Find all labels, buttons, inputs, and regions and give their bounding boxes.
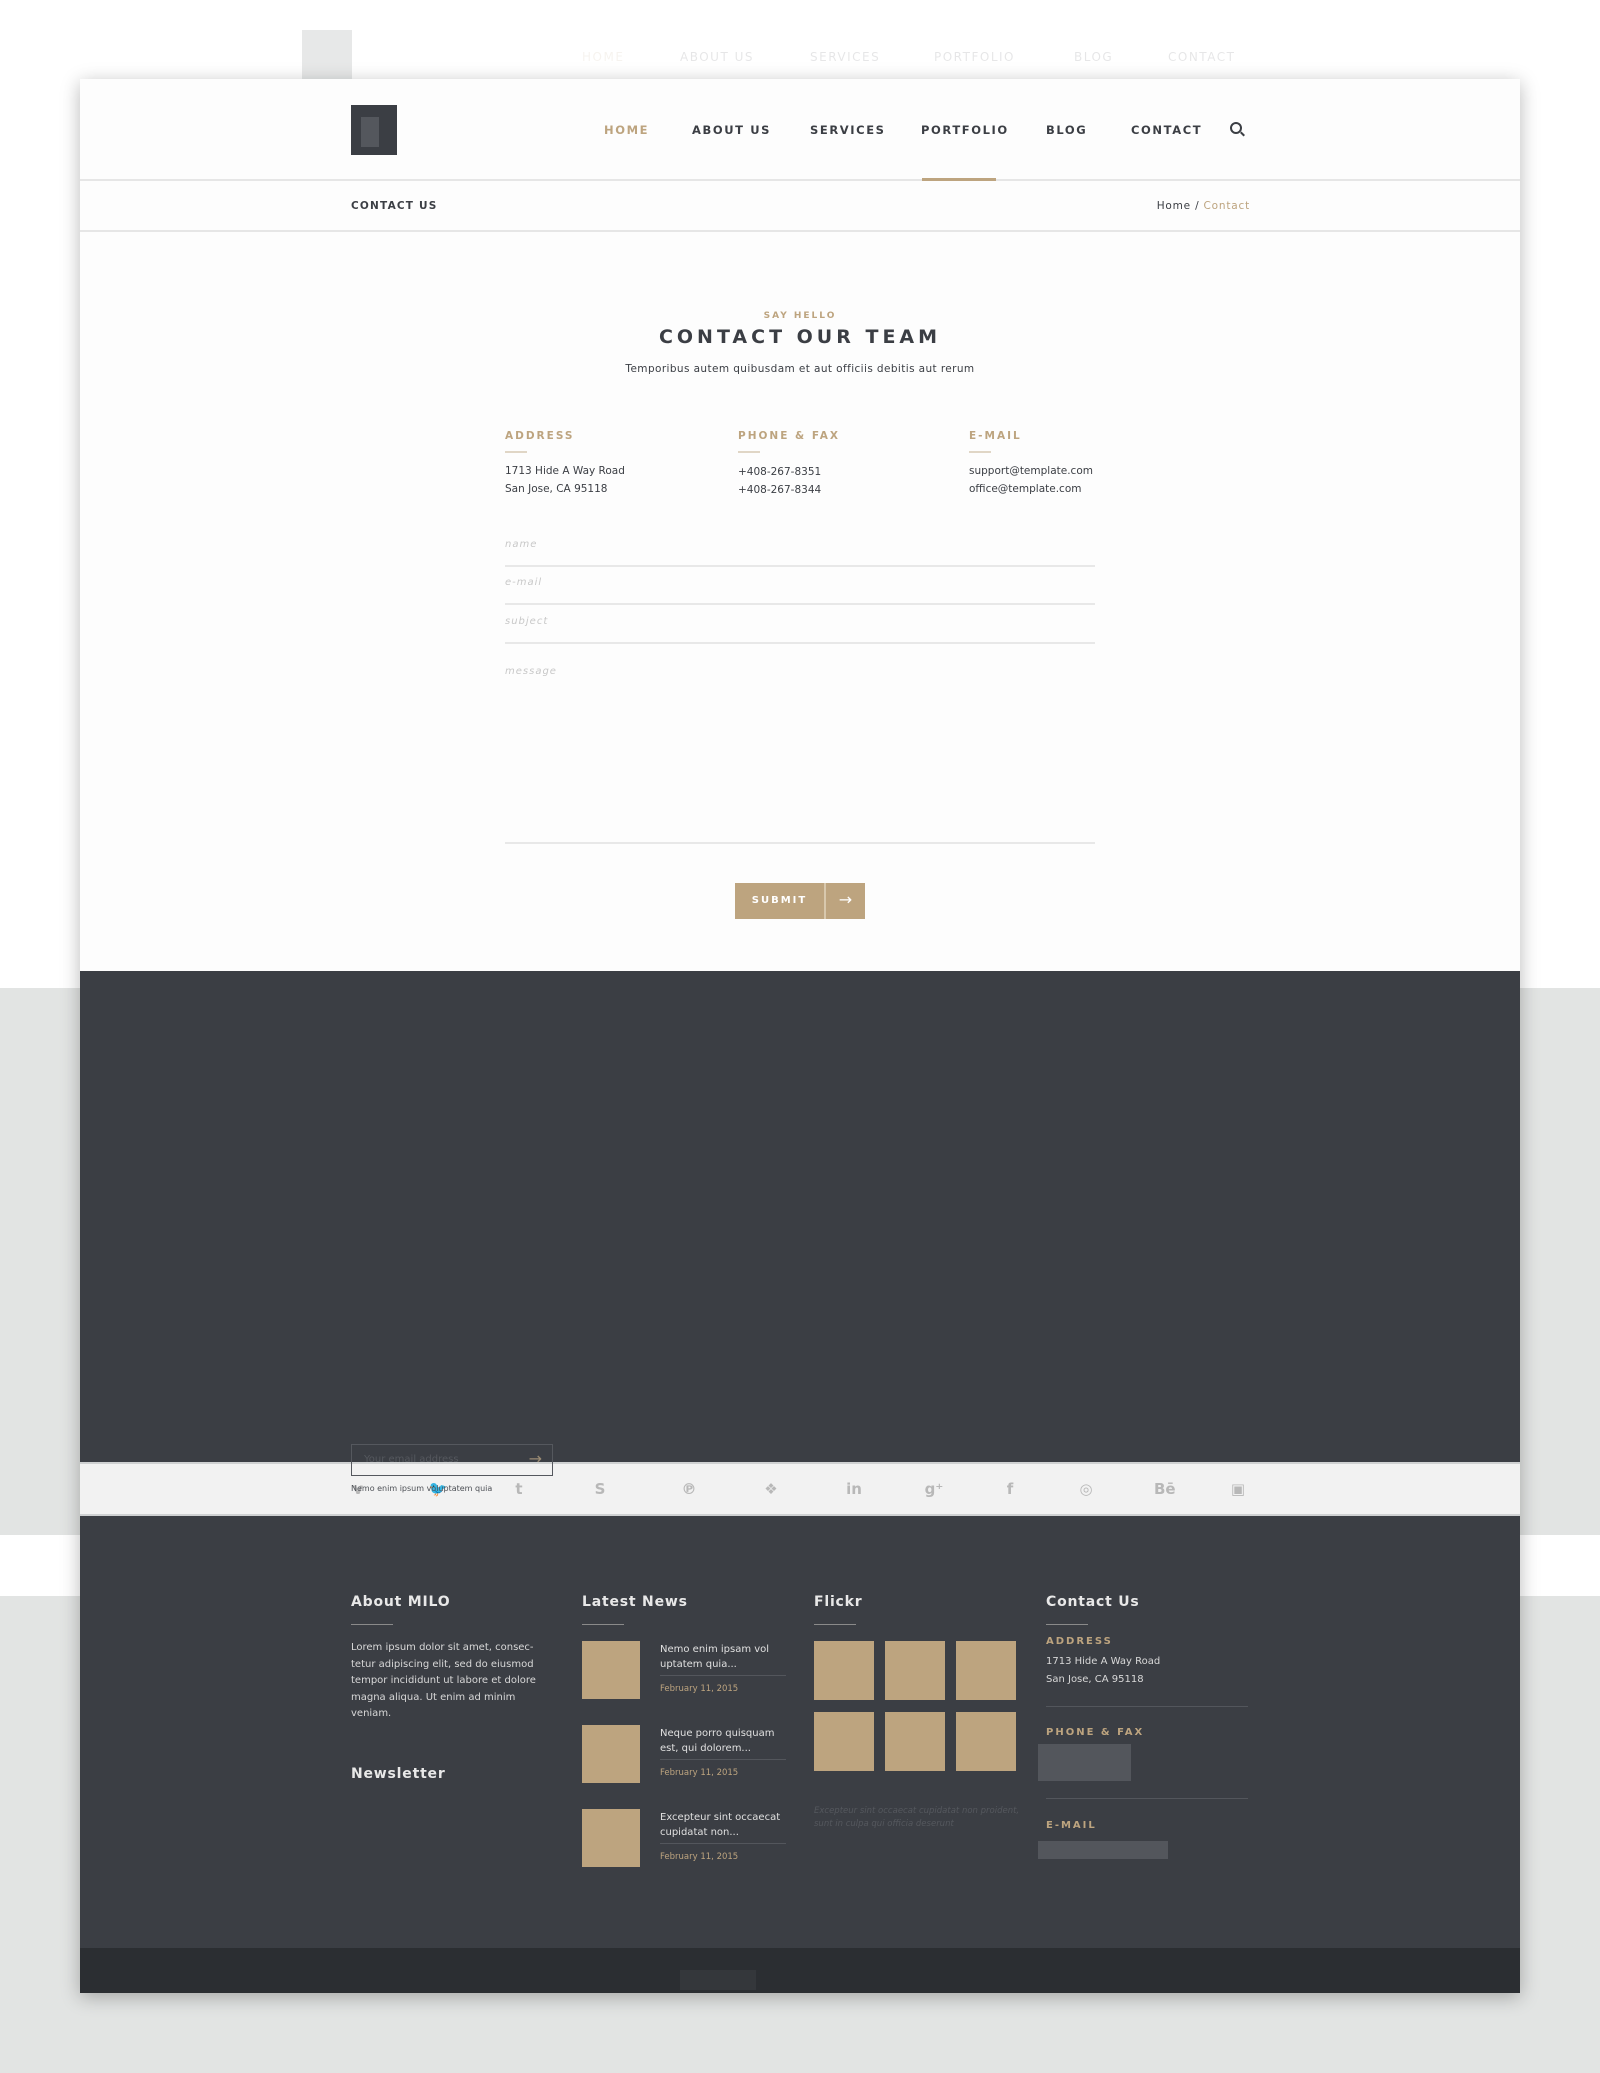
address-info: 1713 Hide A Way Road San Jose, CA 95118 [505,465,625,495]
footer-email-label: E-MAIL [1046,1820,1097,1831]
news-title[interactable]: Neque porro quisquam est, qui dolorem... [660,1726,786,1756]
breadcrumb-separator: / [1195,200,1200,212]
newsletter-email-input[interactable]: Your email address → [351,1444,553,1476]
pinterest-icon[interactable]: ℗ [679,1480,699,1498]
name-input[interactable]: name [505,539,1095,567]
divider [1046,1798,1248,1799]
footer-heading-about: About MILO [351,1594,451,1610]
ghost-nav-item: HOME [582,50,625,64]
page-subheader: CONTACT US Home / Contact [80,181,1520,232]
bottom-bar [80,1948,1520,1993]
footer: About MILO Lorem ipsum dolor sit amet, c… [80,1516,1520,1948]
nav-services[interactable]: SERVICES [810,123,886,137]
nav-contact[interactable]: CONTACT [1131,123,1202,137]
news-date: February 11, 2015 [660,1684,739,1694]
divider [738,451,760,453]
newsletter-note: Nemo enim ipsum voluptatem quia [351,1484,493,1493]
ghost-nav-item: PORTFOLIO [934,50,1015,64]
nav-blog[interactable]: BLOG [1046,123,1087,137]
news-thumbnail[interactable] [582,1809,640,1867]
email-label: E-MAIL [969,430,1022,442]
flickr-thumbnail[interactable] [885,1641,945,1700]
flickr-thumbnail[interactable] [814,1712,874,1771]
news-thumbnail[interactable] [582,1725,640,1783]
nav-about-us[interactable]: ABOUT US [692,123,771,137]
divider [660,1759,786,1760]
arrow-right-icon[interactable]: → [529,1449,542,1468]
breadcrumb-home[interactable]: Home [1157,200,1191,212]
ghost-nav-item: SERVICES [810,50,881,64]
flickr-thumbnail[interactable] [814,1641,874,1700]
ghost-nav-item: ABOUT US [680,50,755,64]
logo[interactable] [351,105,397,155]
footer-phone-label: PHONE & FAX [1046,1727,1145,1738]
tumblr-icon[interactable]: t [509,1480,529,1498]
breadcrumb-current: Contact [1203,200,1250,212]
divider [1046,1624,1088,1625]
footer-address-label: ADDRESS [1046,1636,1113,1647]
news-thumbnail[interactable] [582,1641,640,1699]
footer-heading-flickr: Flickr [814,1594,863,1610]
flickr-thumbnail[interactable] [885,1712,945,1771]
phone-label: PHONE & FAX [738,430,841,442]
section-title: CONTACT OUR TEAM [658,326,942,348]
linkedin-icon[interactable]: in [844,1480,864,1498]
section-kicker: SAY HELLO [763,311,837,321]
divider [814,1624,856,1625]
search-icon[interactable] [1230,122,1242,134]
email-link[interactable]: support@template.com [969,462,1093,480]
flickr-thumbnail[interactable] [956,1641,1016,1700]
email-link[interactable]: office@template.com [969,480,1093,498]
divider [1046,1706,1248,1707]
subject-input[interactable]: subject [505,616,1095,644]
footer-heading-contact: Contact Us [1046,1594,1140,1610]
footer-heading-news: Latest News [582,1594,688,1610]
footer-address: 1713 Hide A Way Road San Jose, CA 95118 [1046,1656,1161,1685]
dropbox-icon[interactable]: ❖ [761,1480,781,1498]
divider [351,1624,393,1625]
news-date: February 11, 2015 [660,1768,739,1778]
facebook-icon[interactable]: f [1000,1480,1020,1498]
divider [582,1624,624,1625]
blurred-phone [1038,1744,1131,1781]
page-card: HOME ABOUT US SERVICES PORTFOLIO BLOG CO… [80,79,1520,1993]
email-info: support@template.com office@template.com [969,462,1093,498]
map-placeholder [80,971,1520,1462]
news-title[interactable]: Nemo enim ipsam vol uptatem quia... [660,1642,786,1672]
ghost-nav-item: CONTACT [1168,50,1236,64]
instagram-icon[interactable]: ◎ [1076,1480,1096,1498]
address-label: ADDRESS [505,430,575,442]
skype-icon[interactable]: S [590,1480,610,1498]
divider [660,1675,786,1676]
message-textarea[interactable]: message [505,666,1095,844]
phone-info: +408-267-8351 +408-267-8344 [738,466,822,496]
flickr-thumbnail[interactable] [956,1712,1016,1771]
google-plus-icon[interactable]: g⁺ [924,1480,944,1498]
footer-heading-newsletter: Newsletter [351,1766,446,1782]
divider [660,1843,786,1844]
copyright-blurred [680,1970,756,1990]
email-input[interactable]: e-mail [505,577,1095,605]
youtube-icon[interactable]: ▣ [1228,1480,1248,1498]
about-text: Lorem ipsum dolor sit amet, consec-tetur… [351,1642,536,1719]
nav-home[interactable]: HOME [604,123,649,137]
breadcrumb: Home / Contact [1157,200,1250,212]
divider [969,451,991,453]
social-bar: v 🐦 t S ℗ ❖ in g⁺ f ◎ Bē ▣ [80,1462,1520,1516]
news-date: February 11, 2015 [660,1852,739,1862]
divider [505,451,527,453]
ghost-nav-item: BLOG [1074,50,1114,64]
submit-button[interactable]: SUBMIT → [735,883,865,919]
submit-label: SUBMIT [735,883,826,919]
page-title: CONTACT US [351,200,438,212]
nav-portfolio[interactable]: PORTFOLIO [921,123,1009,137]
site-header: HOME ABOUT US SERVICES PORTFOLIO BLOG CO… [80,79,1520,181]
arrow-right-icon: → [838,890,853,909]
section-subtitle: Temporibus autem quibusdam et aut offici… [625,363,975,375]
flickr-caption: Excepteur sint occaecat cupidatat non pr… [814,1806,1020,1829]
behance-icon[interactable]: Bē [1154,1480,1176,1498]
blurred-email [1038,1841,1168,1859]
news-title[interactable]: Excepteur sint occaecat cupidatat non... [660,1810,786,1840]
